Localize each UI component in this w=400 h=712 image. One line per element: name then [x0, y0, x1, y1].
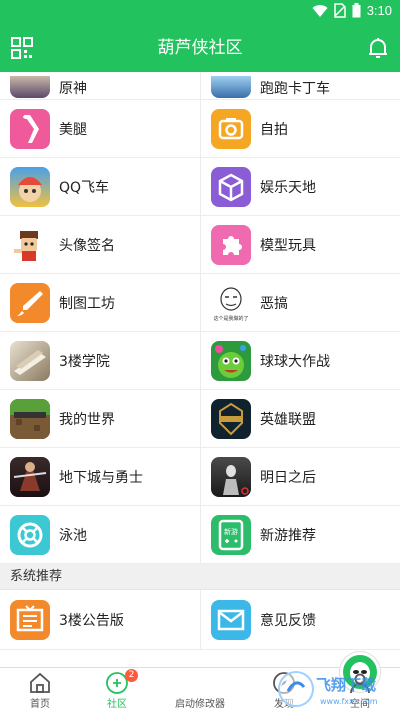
wifi-icon: [312, 4, 328, 17]
discover-icon: [273, 672, 295, 694]
forum-touxiang[interactable]: 头像签名: [0, 216, 200, 274]
forum-yuletiandi[interactable]: 娱乐天地: [200, 158, 400, 216]
grid-row-system: 3楼公告版 意见反馈: [0, 590, 400, 650]
profile-icon: [350, 673, 370, 694]
forum-paopao[interactable]: 跑跑卡丁车: [200, 72, 400, 100]
grid-row: QQ飞车 娱乐天地: [0, 158, 400, 216]
camera-icon: [211, 109, 251, 149]
new-game-icon: 新游: [211, 515, 251, 555]
forum-3lou-xueyuan[interactable]: 3楼学院: [0, 332, 200, 390]
forum-label: 娱乐天地: [260, 180, 316, 196]
bell-icon[interactable]: [366, 36, 390, 60]
tab-community[interactable]: 2 社区: [77, 668, 157, 712]
forum-label: 泳池: [59, 528, 87, 544]
tab-label: 社区: [107, 699, 127, 710]
forum-label: 恶搞: [260, 296, 288, 312]
forum-zhitu[interactable]: 制图工坊: [0, 274, 200, 332]
forum-yuanshen[interactable]: 原神: [0, 72, 200, 100]
legs-icon: [10, 109, 50, 149]
grid-row: 地下城与勇士 明日之后: [0, 448, 400, 506]
league-icon: [211, 399, 251, 439]
new-game-caption: 新游: [224, 527, 238, 536]
forum-lol[interactable]: 英雄联盟: [200, 390, 400, 448]
forum-moxing[interactable]: 模型玩具: [200, 216, 400, 274]
forum-announcement[interactable]: 3楼公告版: [0, 590, 200, 650]
minecraft-icon: [10, 399, 50, 439]
grid-row: 3楼学院 球球大作战: [0, 332, 400, 390]
dnf-icon: [10, 457, 50, 497]
paopao-icon: [211, 76, 251, 98]
forum-yongchi[interactable]: 泳池: [0, 506, 200, 564]
grid-row: 制图工坊 这个是我做的了 恶搞: [0, 274, 400, 332]
tab-home[interactable]: 首页: [0, 668, 80, 712]
app-bar: 葫芦侠社区: [0, 24, 400, 72]
ball-battle-icon: [211, 341, 251, 381]
forum-label: 我的世界: [59, 412, 115, 428]
forum-label: 美腿: [59, 122, 87, 138]
forum-label: 跑跑卡丁车: [260, 81, 330, 97]
forum-label: 意见反馈: [260, 613, 316, 629]
meme-face-icon: 这个是我做的了: [211, 283, 251, 323]
section-header: 系统推荐: [0, 564, 400, 590]
home-icon: [30, 672, 50, 693]
forum-label: 明日之后: [260, 470, 316, 486]
forum-qqfeiche[interactable]: QQ飞车: [0, 158, 200, 216]
bottom-tab-bar: 首页 2 社区 启动修改器 发现 空间: [0, 652, 400, 712]
announcement-icon: [10, 600, 50, 640]
forum-list[interactable]: 原神 跑跑卡丁车 美腿 自拍 QQ飞车 娱乐天地 头像签名 模型玩具 制图工坊 …: [0, 72, 400, 667]
forum-meitui[interactable]: 美腿: [0, 100, 200, 158]
forum-feedback[interactable]: 意见反馈: [200, 590, 400, 650]
forum-label: 英雄联盟: [260, 412, 316, 428]
grid-row: 头像签名 模型玩具: [0, 216, 400, 274]
yuanshen-icon: [10, 76, 50, 98]
forum-label: 自拍: [260, 122, 288, 138]
brush-icon: [10, 283, 50, 323]
tab-label: 首页: [30, 699, 50, 710]
grid-row: 美腿 自拍: [0, 100, 400, 158]
avatar-character-icon: [10, 225, 50, 265]
forum-label: 3楼学院: [59, 354, 110, 370]
forum-label: 制图工坊: [59, 296, 115, 312]
grid-row: 泳池 新游 新游推荐: [0, 506, 400, 564]
forum-label: 新游推荐: [260, 528, 316, 544]
forum-dnf[interactable]: 地下城与勇士: [0, 448, 200, 506]
forum-label: 地下城与勇士: [59, 470, 143, 486]
tab-label: 空间: [350, 699, 370, 710]
cube-icon: [211, 167, 251, 207]
tab-discover[interactable]: 发现: [244, 668, 324, 712]
status-time: 3:10: [366, 3, 392, 18]
forum-xinyou[interactable]: 新游 新游推荐: [200, 506, 400, 564]
meme-caption: 这个是我做的了: [213, 315, 248, 322]
no-sim-icon: [333, 3, 346, 18]
tab-label: 启动修改器: [175, 699, 225, 710]
forum-zipai[interactable]: 自拍: [200, 100, 400, 158]
tab-space[interactable]: 空间: [320, 668, 400, 712]
books-icon: [10, 341, 50, 381]
forum-qiuqiu[interactable]: 球球大作战: [200, 332, 400, 390]
forum-label: 3楼公告版: [59, 613, 124, 629]
forum-label: 球球大作战: [260, 354, 330, 370]
forum-label: 模型玩具: [260, 238, 316, 254]
forum-label: 原神: [59, 81, 87, 97]
forum-egao[interactable]: 这个是我做的了 恶搞: [200, 274, 400, 332]
forum-mingri[interactable]: 明日之后: [200, 448, 400, 506]
status-indicators: 3:10: [312, 3, 392, 18]
tab-launch-modifier[interactable]: 启动修改器: [160, 652, 380, 712]
tab-label: 发现: [274, 699, 294, 710]
mail-icon: [211, 600, 251, 640]
lifebuoy-icon: [10, 515, 50, 555]
forum-minecraft[interactable]: 我的世界: [0, 390, 200, 448]
qq-speed-icon: [10, 167, 50, 207]
grid-row: 我的世界 英雄联盟: [0, 390, 400, 448]
lifeafter-icon: [211, 457, 251, 497]
page-title: 葫芦侠社区: [157, 38, 243, 58]
status-bar: 3:10: [0, 0, 400, 24]
grid-row-partial: 原神 跑跑卡丁车: [0, 72, 400, 100]
battery-icon: [352, 3, 361, 18]
puzzle-icon: [211, 225, 251, 265]
notification-badge: 2: [125, 669, 138, 682]
forum-label: QQ飞车: [59, 180, 110, 196]
forum-label: 头像签名: [59, 238, 115, 254]
